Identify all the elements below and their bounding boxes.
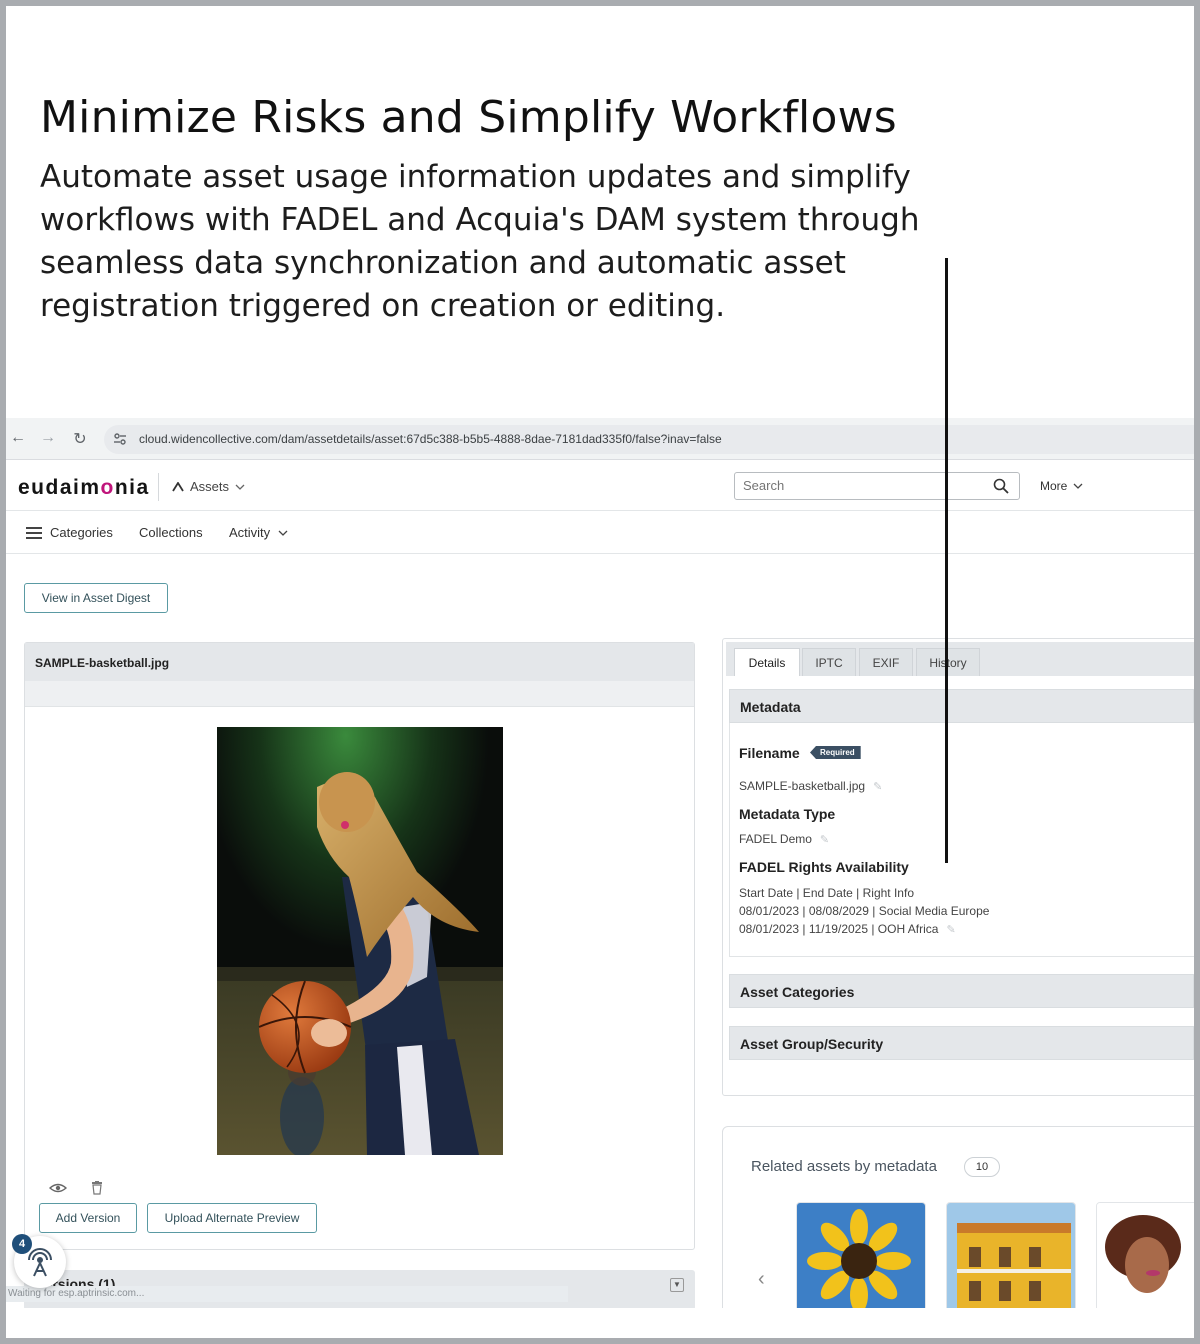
nav-activity-label: Activity bbox=[229, 525, 271, 540]
related-assets-title: Related assets by metadata bbox=[751, 1158, 937, 1175]
rights-row-text: 08/01/2023 | 11/19/2025 | OOH Africa bbox=[739, 922, 939, 936]
related-asset-thumbnail[interactable] bbox=[796, 1202, 926, 1308]
back-arrow-icon[interactable]: ← bbox=[8, 429, 28, 447]
logo-text-start: eudaim bbox=[18, 476, 101, 499]
assets-menu[interactable]: Assets bbox=[172, 479, 245, 494]
assets-menu-label: Assets bbox=[190, 479, 230, 494]
tab-exif[interactable]: EXIF bbox=[859, 648, 913, 676]
related-asset-thumbnail[interactable] bbox=[946, 1202, 1076, 1308]
app-header: eudaimonia Assets More bbox=[6, 461, 1194, 511]
filename-value-text: SAMPLE-basketball.jpg bbox=[739, 779, 866, 793]
nav-collections-label: Collections bbox=[139, 525, 203, 540]
nav-activity[interactable]: Activity bbox=[229, 525, 288, 540]
logo-text-end: nia bbox=[114, 476, 150, 499]
rights-row: 08/01/2023 | 08/08/2029 | Social Media E… bbox=[739, 904, 990, 918]
forward-arrow-icon[interactable]: → bbox=[38, 429, 58, 447]
browser-status-text: Waiting for esp.aptrinsic.com... bbox=[6, 1286, 568, 1302]
rights-row[interactable]: 08/01/2023 | 11/19/2025 | OOH Africa ✎ bbox=[739, 922, 956, 936]
nav-categories-label: Categories bbox=[50, 525, 113, 540]
assets-caret-icon bbox=[172, 481, 184, 491]
rights-availability-label: FADEL Rights Availability bbox=[739, 859, 909, 875]
asset-preview-toolbar bbox=[25, 681, 694, 707]
metadata-section-header[interactable]: Metadata bbox=[729, 689, 1194, 723]
carousel-prev-icon[interactable]: ‹ bbox=[758, 1268, 765, 1291]
related-assets-count: 10 bbox=[964, 1157, 1000, 1177]
asset-categories-section[interactable]: Asset Categories bbox=[729, 974, 1194, 1008]
metadata-heading: Metadata bbox=[740, 699, 801, 715]
browser-url-bar: ← → ↻ cloud.widencollective.com/dam/asse… bbox=[6, 418, 1194, 460]
hero-body: Automate asset usage information updates… bbox=[40, 159, 920, 324]
app-subnav: Categories Collections Activity bbox=[6, 512, 1194, 554]
url-text[interactable]: cloud.widencollective.com/dam/assetdetai… bbox=[139, 432, 722, 446]
yellow-building-image bbox=[947, 1203, 1075, 1308]
portrait-image bbox=[1097, 1203, 1194, 1308]
callout-line bbox=[945, 258, 948, 863]
header-divider bbox=[158, 473, 159, 501]
search-icon[interactable] bbox=[993, 478, 1009, 494]
chevron-down-icon bbox=[235, 484, 245, 490]
metadata-type-value[interactable]: FADEL Demo ✎ bbox=[739, 832, 829, 846]
chevron-down-icon bbox=[278, 530, 288, 536]
sunflower-image bbox=[797, 1203, 925, 1308]
tab-details[interactable]: Details bbox=[734, 648, 800, 676]
logo-text-accent: o bbox=[100, 476, 115, 499]
asset-filename-title: SAMPLE-basketball.jpg bbox=[35, 656, 170, 670]
upload-alternate-preview-button[interactable]: Upload Alternate Preview bbox=[147, 1203, 317, 1233]
expand-toggle-icon[interactable]: ▼ bbox=[670, 1278, 684, 1292]
filename-label: Filename bbox=[739, 745, 800, 761]
add-version-button[interactable]: Add Version bbox=[39, 1203, 137, 1233]
view-asset-digest-button[interactable]: View in Asset Digest bbox=[24, 583, 168, 613]
more-menu[interactable]: More bbox=[1040, 479, 1083, 493]
metadata-type-value-text: FADEL Demo bbox=[739, 832, 812, 846]
site-settings-icon[interactable] bbox=[112, 431, 128, 447]
tab-iptc[interactable]: IPTC bbox=[802, 648, 856, 676]
related-asset-thumbnail[interactable] bbox=[1096, 1202, 1194, 1308]
asset-group-security-section[interactable]: Asset Group/Security bbox=[729, 1026, 1194, 1060]
asset-action-icons bbox=[49, 1181, 103, 1195]
filename-value[interactable]: SAMPLE-basketball.jpg ✎ bbox=[739, 779, 882, 793]
rights-table-header: Start Date | End Date | Right Info bbox=[739, 886, 914, 900]
chevron-down-icon bbox=[1073, 483, 1083, 489]
trash-icon[interactable] bbox=[91, 1181, 103, 1195]
nav-collections[interactable]: Collections bbox=[139, 525, 203, 540]
asset-categories-heading: Asset Categories bbox=[740, 984, 855, 1000]
edit-pencil-icon[interactable]: ✎ bbox=[820, 833, 829, 846]
required-badge: Required bbox=[810, 746, 861, 759]
tab-history[interactable]: History bbox=[916, 648, 980, 676]
details-tab-bar: Details IPTC EXIF History bbox=[726, 642, 1194, 676]
visibility-icon[interactable] bbox=[49, 1183, 67, 1193]
hero-title: Minimize Risks and Simplify Workflows bbox=[40, 92, 897, 143]
edit-pencil-icon[interactable]: ✎ bbox=[946, 923, 955, 936]
hamburger-menu-icon bbox=[26, 526, 42, 539]
asset-preview-image[interactable] bbox=[217, 727, 503, 1155]
eudaimonia-logo[interactable]: eudaimonia bbox=[18, 476, 150, 500]
edit-pencil-icon[interactable]: ✎ bbox=[873, 780, 882, 793]
more-menu-label: More bbox=[1040, 479, 1068, 493]
notification-badge: 4 bbox=[12, 1234, 32, 1254]
asset-preview-panel: SAMPLE-basketball.jpg Add Version Upload… bbox=[24, 642, 695, 1250]
browser-screenshot: ← → ↻ cloud.widencollective.com/dam/asse… bbox=[6, 418, 1194, 1308]
nav-categories[interactable]: Categories bbox=[26, 525, 113, 540]
search-field[interactable] bbox=[734, 472, 1020, 500]
asset-group-security-heading: Asset Group/Security bbox=[740, 1036, 884, 1052]
reload-icon[interactable]: ↻ bbox=[70, 429, 90, 449]
metadata-type-label: Metadata Type bbox=[739, 806, 836, 822]
